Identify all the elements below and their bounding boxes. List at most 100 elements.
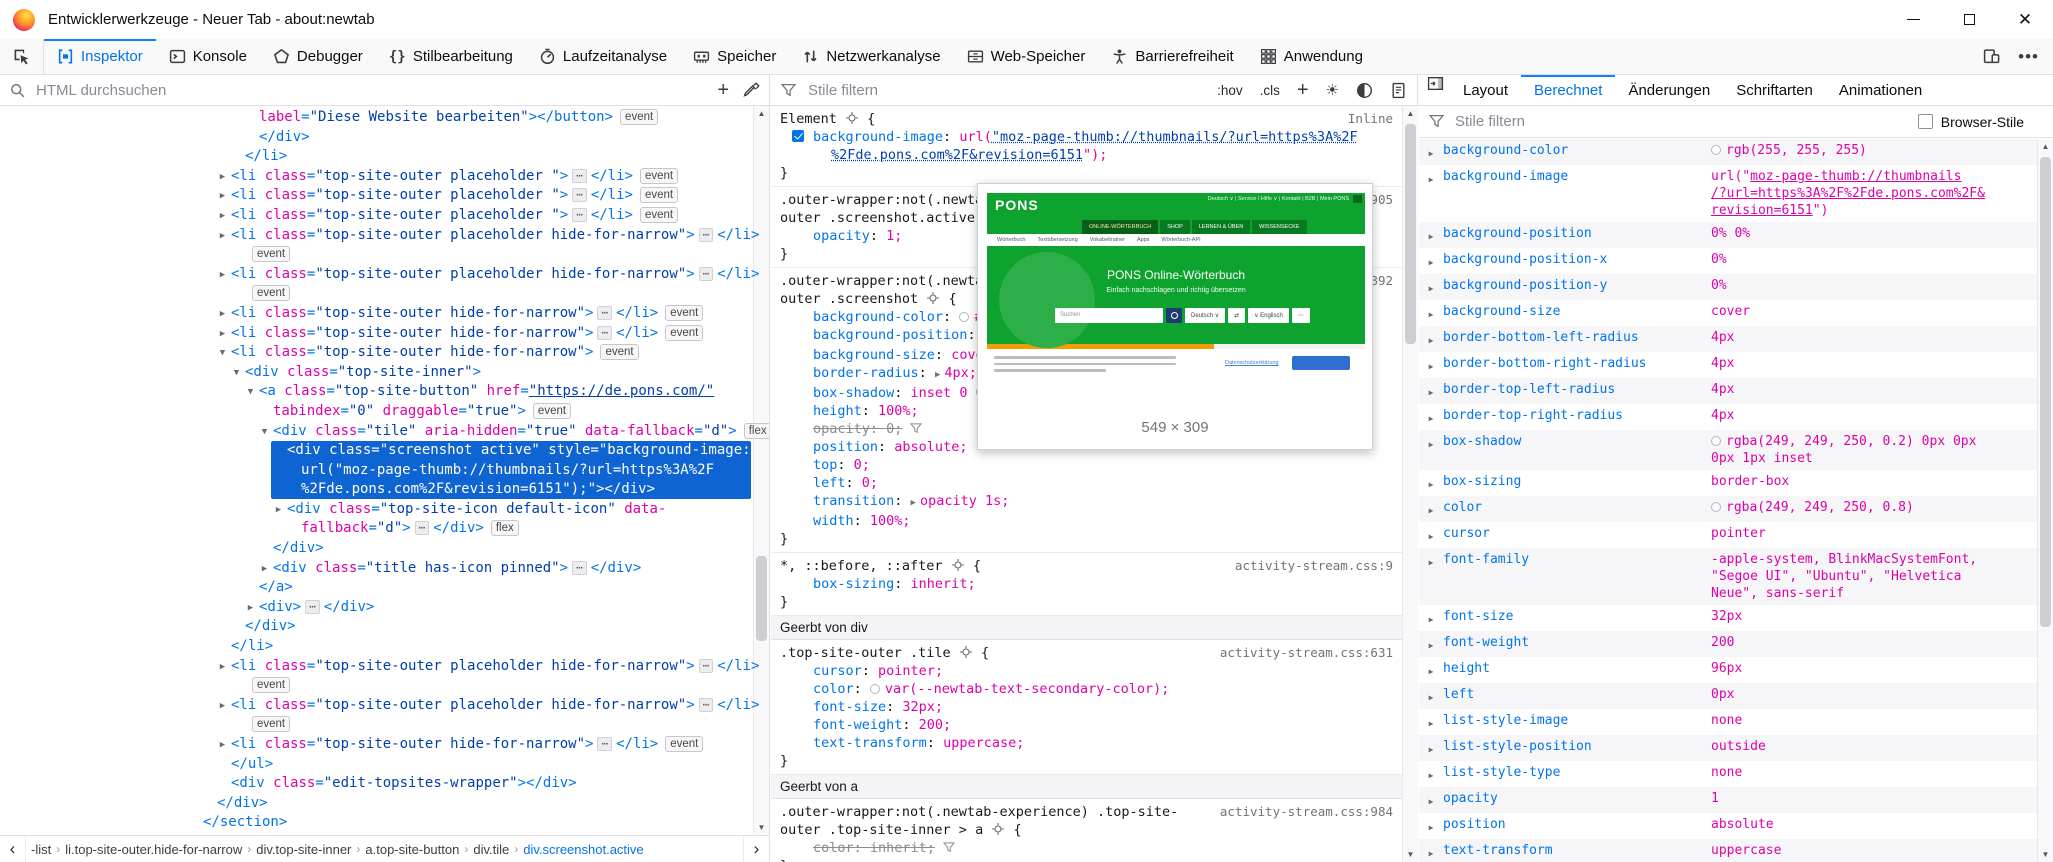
expand-arrow[interactable]: ▶	[1419, 225, 1443, 245]
computed-property-name[interactable]: text-transform	[1443, 842, 1711, 862]
computed-property-row[interactable]: ▶border-top-left-radius4px	[1419, 378, 2037, 404]
devtools-tab-stilbearbeitung[interactable]: {}Stilbearbeitung	[376, 39, 526, 74]
computed-property-name[interactable]: box-shadow	[1443, 433, 1711, 467]
css-property-name[interactable]: width	[813, 513, 854, 529]
css-url-link[interactable]: "moz-page-thumb://thumbnails/?url=https%…	[992, 129, 1358, 145]
computed-property-name[interactable]: list-style-type	[1443, 764, 1711, 784]
expand-arrow[interactable]: ▶	[1419, 790, 1443, 810]
expand-arrow[interactable]: ▼	[230, 364, 243, 384]
css-property-name[interactable]: background-position	[813, 327, 967, 343]
print-simulation-icon[interactable]	[1390, 82, 1407, 99]
css-selector[interactable]: outer .top-site-inner > a {	[771, 821, 1417, 839]
computed-property-row[interactable]: ▶background-position-x0%	[1419, 248, 2037, 274]
expand-arrow[interactable]: ▶	[1419, 329, 1443, 349]
inline-ellipsis-badge[interactable]: ⋯	[699, 698, 714, 712]
css-selector[interactable]: }	[771, 593, 1417, 611]
computed-property-name[interactable]: opacity	[1443, 790, 1711, 810]
color-swatch[interactable]	[1711, 502, 1721, 512]
markup-node[interactable]: ▶<li class="top-site-outer placeholder h…	[0, 696, 769, 735]
css-property-name[interactable]: opacity	[813, 421, 870, 437]
markup-line[interactable]: ▶<li class="top-site-outer placeholder "…	[0, 167, 769, 187]
computed-property-name[interactable]: list-style-position	[1443, 738, 1711, 758]
computed-property-row[interactable]: ▶left0px	[1419, 683, 2037, 709]
sidebar-tab-änderungen[interactable]: Änderungen	[1615, 75, 1723, 105]
computed-property-name[interactable]: background-position	[1443, 225, 1711, 245]
expand-arrow[interactable]: ▶	[1419, 816, 1443, 836]
computed-property-value[interactable]: none	[1711, 764, 1742, 784]
markup-line[interactable]: ▶<li class="top-site-outer placeholder h…	[0, 226, 769, 246]
markup-line[interactable]: ▶<li class="top-site-outer placeholder "…	[0, 206, 769, 226]
css-property-value[interactable]: 0;	[854, 457, 870, 473]
inline-ellipsis-badge[interactable]: ⋯	[572, 188, 587, 202]
sidebar-tab-schriftarten[interactable]: Schriftarten	[1723, 75, 1826, 105]
expand-arrow[interactable]: ▶	[1419, 499, 1443, 519]
eyedropper-icon[interactable]	[743, 82, 760, 99]
devtools-tab-inspektor[interactable]: Inspektor	[44, 39, 156, 74]
computed-property-name[interactable]: font-weight	[1443, 634, 1711, 654]
computed-property-name[interactable]: border-bottom-right-radius	[1443, 355, 1711, 375]
expand-arrow[interactable]: ▶	[1419, 381, 1443, 401]
selector-highlighter-icon[interactable]	[846, 112, 858, 124]
css-property-name[interactable]: box-shadow	[813, 385, 894, 401]
css-property-value[interactable]: 0;	[886, 421, 902, 437]
expand-arrow[interactable]: ▶	[1419, 525, 1443, 545]
computed-property-value[interactable]: absolute	[1711, 816, 1774, 836]
computed-filter-input[interactable]	[1453, 112, 1910, 131]
inline-ellipsis-badge[interactable]: ⋯	[305, 600, 320, 614]
event-badge[interactable]: event	[252, 677, 290, 693]
css-property-name[interactable]: cursor	[813, 663, 862, 679]
markup-node[interactable]: ▶<li class="top-site-outer hide-for-narr…	[0, 324, 769, 344]
event-badge[interactable]: event	[640, 187, 678, 203]
computed-property-value[interactable]: 0%	[1711, 251, 1727, 271]
css-selector[interactable]: }	[771, 164, 1417, 182]
expand-arrow[interactable]: ▶	[1419, 712, 1443, 732]
css-property-value[interactable]: 100%;	[870, 513, 911, 529]
color-swatch[interactable]	[1711, 145, 1721, 155]
add-rule-button[interactable]: +	[1297, 80, 1309, 100]
scroll-up-arrow[interactable]: ▲	[2038, 139, 2053, 154]
computed-property-row[interactable]: ▶cursorpointer	[1419, 522, 2037, 548]
css-declaration[interactable]: top: 0;	[771, 456, 1417, 474]
computed-property-value[interactable]: none	[1711, 712, 1742, 732]
expand-arrow[interactable]: ▶	[216, 187, 229, 207]
expand-arrow[interactable]: ▶	[1419, 764, 1443, 784]
markup-line[interactable]: ▼<li class="top-site-outer hide-for-narr…	[0, 343, 769, 363]
css-property-value[interactable]: uppercase;	[943, 735, 1024, 751]
css-property-name[interactable]: opacity	[813, 228, 870, 244]
devtools-tab-webspeicher[interactable]: Web-Speicher	[954, 39, 1099, 74]
css-property-name[interactable]: left	[813, 475, 846, 491]
markup-node[interactable]: ▶<li class="top-site-outer placeholder h…	[0, 657, 769, 696]
css-property-value[interactable]: 200;	[919, 717, 952, 733]
markup-line[interactable]: event	[0, 245, 769, 265]
markup-node[interactable]: ▼<div class="top-site-inner">	[0, 363, 769, 383]
sidebar-tab-berechnet[interactable]: Berechnet	[1521, 75, 1615, 105]
inline-ellipsis-badge[interactable]: ⋯	[597, 306, 612, 320]
css-property-name[interactable]: color	[813, 681, 854, 697]
computed-property-value[interactable]: 200	[1711, 634, 1734, 654]
selector-highlighter-icon[interactable]	[960, 646, 972, 658]
computed-property-value[interactable]: 96px	[1711, 660, 1742, 680]
expand-arrow[interactable]: ▶	[1419, 842, 1443, 862]
computed-property-row[interactable]: ▶opacity1	[1419, 787, 2037, 813]
browser-styles-checkbox[interactable]	[1918, 114, 1933, 129]
pseudo-class-toggle[interactable]: :hov	[1217, 83, 1243, 98]
computed-property-row[interactable]: ▶border-top-right-radius4px	[1419, 404, 2037, 430]
expand-arrow[interactable]: ▶	[216, 266, 229, 286]
computed-property-name[interactable]: cursor	[1443, 525, 1711, 545]
css-property-value[interactable]: 0;	[862, 475, 878, 491]
markup-line[interactable]: event	[0, 676, 769, 696]
computed-property-value[interactable]: 0% 0%	[1711, 225, 1750, 245]
computed-property-row[interactable]: ▶font-weight200	[1419, 631, 2037, 657]
markup-node[interactable]: ▶<div>⋯</div>	[0, 598, 769, 618]
markup-node[interactable]: </li>	[0, 147, 769, 167]
computed-property-value[interactable]: uppercase	[1711, 842, 1781, 862]
flex-badge[interactable]: flex	[744, 423, 770, 439]
event-badge[interactable]: event	[640, 168, 678, 184]
scrollbar-thumb[interactable]	[1405, 124, 1416, 344]
breadcrumb-item[interactable]: div.tile	[468, 842, 514, 857]
declaration-checkbox[interactable]	[792, 130, 804, 142]
markup-node[interactable]: ▶<li class="top-site-outer placeholder h…	[0, 265, 769, 304]
css-property-value[interactable]: inherit;	[911, 576, 976, 592]
css-selector[interactable]: Element {	[771, 110, 1417, 128]
computed-property-value[interactable]: pointer	[1711, 525, 1766, 545]
